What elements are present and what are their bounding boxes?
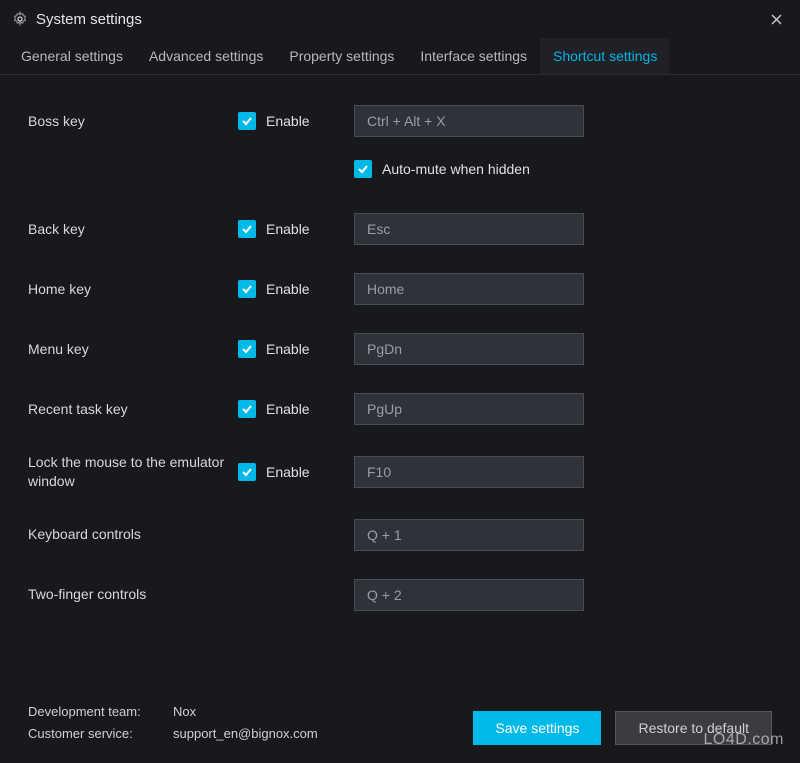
dev-team-value: Nox (173, 701, 196, 723)
recent-key-label: Recent task key (28, 400, 238, 419)
tab-shortcut[interactable]: Shortcut settings (540, 38, 670, 74)
menu-key-enable-checkbox[interactable] (238, 340, 256, 358)
home-key-enable-checkbox[interactable] (238, 280, 256, 298)
footer: Development team: Nox Customer service: … (0, 687, 800, 763)
recent-key-enable-checkbox[interactable] (238, 400, 256, 418)
boss-key-input[interactable] (354, 105, 584, 137)
support-value: support_en@bignox.com (173, 723, 318, 745)
tab-interface[interactable]: Interface settings (407, 38, 540, 74)
row-keyboard-controls: Keyboard controls (28, 519, 772, 551)
twofinger-controls-input[interactable] (354, 579, 584, 611)
recent-key-enable-label: Enable (266, 401, 310, 417)
boss-key-label: Boss key (28, 112, 238, 131)
back-key-enable-label: Enable (266, 221, 310, 237)
close-icon[interactable] (764, 7, 788, 31)
dev-team-label: Development team: (28, 701, 173, 723)
home-key-enable-label: Enable (266, 281, 310, 297)
gear-icon (12, 11, 28, 27)
row-back-key: Back key Enable (28, 213, 772, 245)
tab-general[interactable]: General settings (8, 38, 136, 74)
back-key-enable-checkbox[interactable] (238, 220, 256, 238)
menu-key-enable-label: Enable (266, 341, 310, 357)
row-lockmouse: Lock the mouse to the emulator window En… (28, 453, 772, 491)
save-button[interactable]: Save settings (473, 711, 601, 745)
restore-button[interactable]: Restore to default (615, 711, 772, 745)
menu-key-input[interactable] (354, 333, 584, 365)
home-key-label: Home key (28, 280, 238, 299)
row-twofinger-controls: Two-finger controls (28, 579, 772, 611)
tabs: General settings Advanced settings Prope… (0, 38, 800, 75)
row-recent-key: Recent task key Enable (28, 393, 772, 425)
support-label: Customer service: (28, 723, 173, 745)
automute-label: Auto-mute when hidden (382, 161, 530, 177)
recent-key-input[interactable] (354, 393, 584, 425)
lockmouse-input[interactable] (354, 456, 584, 488)
home-key-input[interactable] (354, 273, 584, 305)
row-home-key: Home key Enable (28, 273, 772, 305)
tab-advanced[interactable]: Advanced settings (136, 38, 276, 74)
back-key-label: Back key (28, 220, 238, 239)
row-boss-key: Boss key Enable (28, 105, 772, 137)
boss-key-enable-label: Enable (266, 113, 310, 129)
tab-property[interactable]: Property settings (276, 38, 407, 74)
footer-info: Development team: Nox Customer service: … (28, 701, 473, 745)
keyboard-controls-label: Keyboard controls (28, 525, 238, 544)
content: Boss key Enable Auto-mute when hidden Ba… (0, 75, 800, 649)
twofinger-controls-label: Two-finger controls (28, 585, 238, 604)
titlebar: System settings (0, 0, 800, 38)
row-menu-key: Menu key Enable (28, 333, 772, 365)
lockmouse-enable-checkbox[interactable] (238, 463, 256, 481)
row-boss-automute: Auto-mute when hidden (28, 153, 772, 185)
lockmouse-enable-label: Enable (266, 464, 310, 480)
menu-key-label: Menu key (28, 340, 238, 359)
lockmouse-label: Lock the mouse to the emulator window (28, 453, 238, 491)
boss-key-enable-checkbox[interactable] (238, 112, 256, 130)
keyboard-controls-input[interactable] (354, 519, 584, 551)
back-key-input[interactable] (354, 213, 584, 245)
window-title: System settings (36, 11, 764, 28)
automute-checkbox[interactable] (354, 160, 372, 178)
